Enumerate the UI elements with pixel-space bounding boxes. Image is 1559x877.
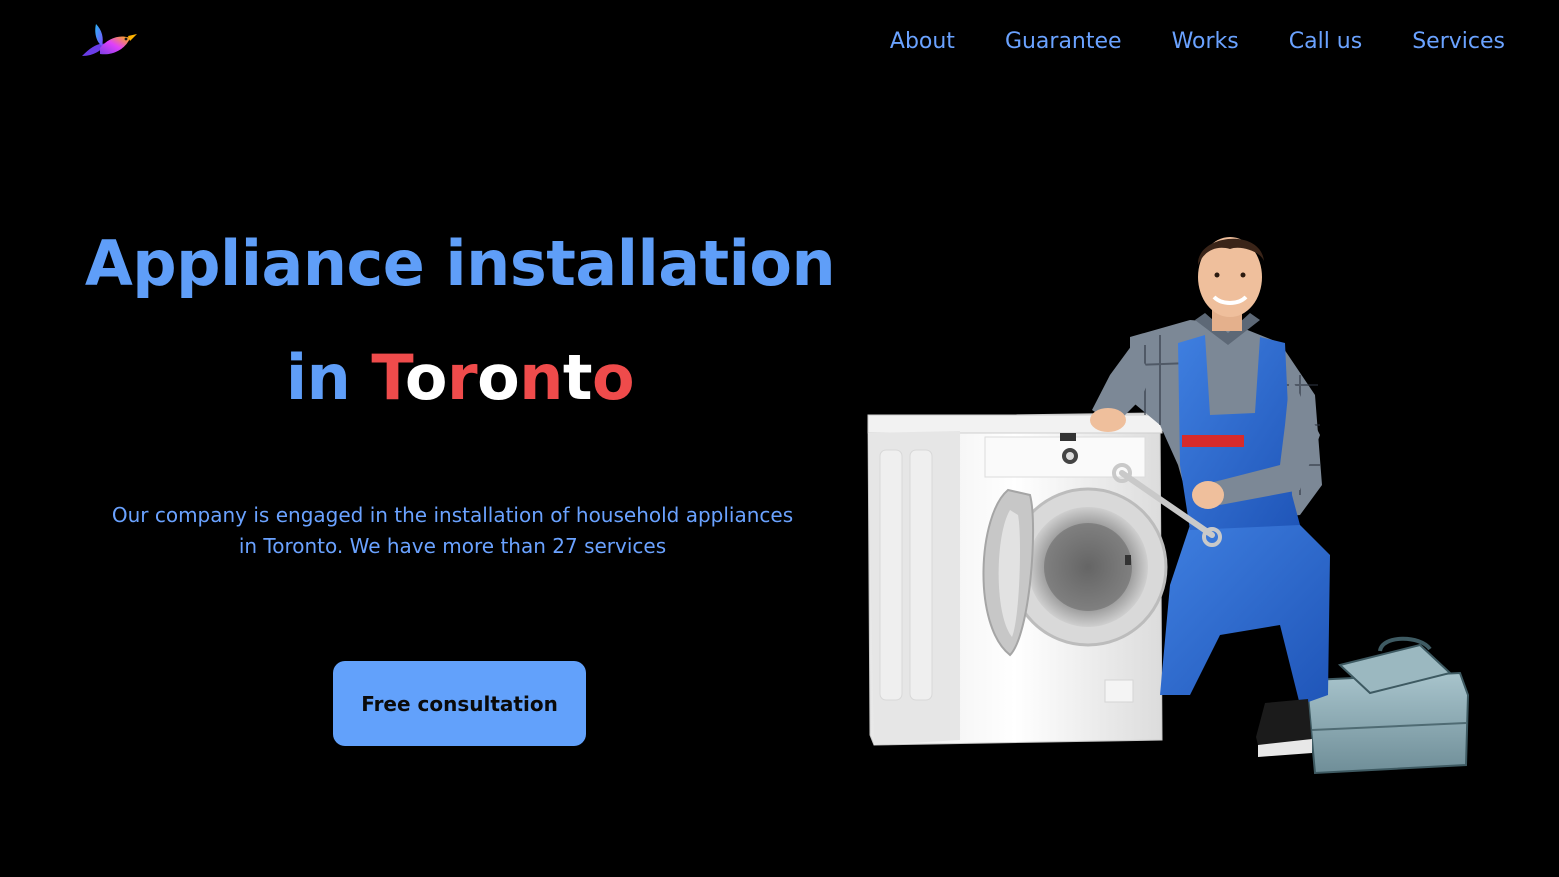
nav-item-services[interactable]: Services [1412,26,1505,58]
nav-item-works[interactable]: Works [1172,26,1239,58]
repairman-washing-machine-image [867,237,1470,775]
nav-item-about[interactable]: About [890,26,955,58]
nav-item-guarantee[interactable]: Guarantee [1005,26,1122,58]
washing-machine [867,412,1168,746]
nav-item-call-us[interactable]: Call us [1289,26,1362,58]
city-letter: r [447,341,478,414]
city-letter: T [371,341,405,414]
main-nav: About Guarantee Works Call us Services [840,26,1505,58]
hero-title-line1: Appliance installation [84,227,836,300]
hero-title-line2: in Toronto [80,336,840,420]
city-letter: o [477,341,520,414]
city-letter: n [519,341,563,414]
free-consultation-button[interactable]: Free consultation [333,661,586,746]
city-letter: o [592,341,635,414]
hummingbird-logo-icon[interactable] [80,20,138,60]
hero-title-prefix: in [285,341,372,414]
city-letter: o [404,341,448,414]
hero-description: Our company is engaged in the installati… [111,503,794,558]
toolbox [1306,636,1470,775]
city-letter: t [562,341,593,414]
hero-title: Appliance installation in Toronto [80,222,840,420]
